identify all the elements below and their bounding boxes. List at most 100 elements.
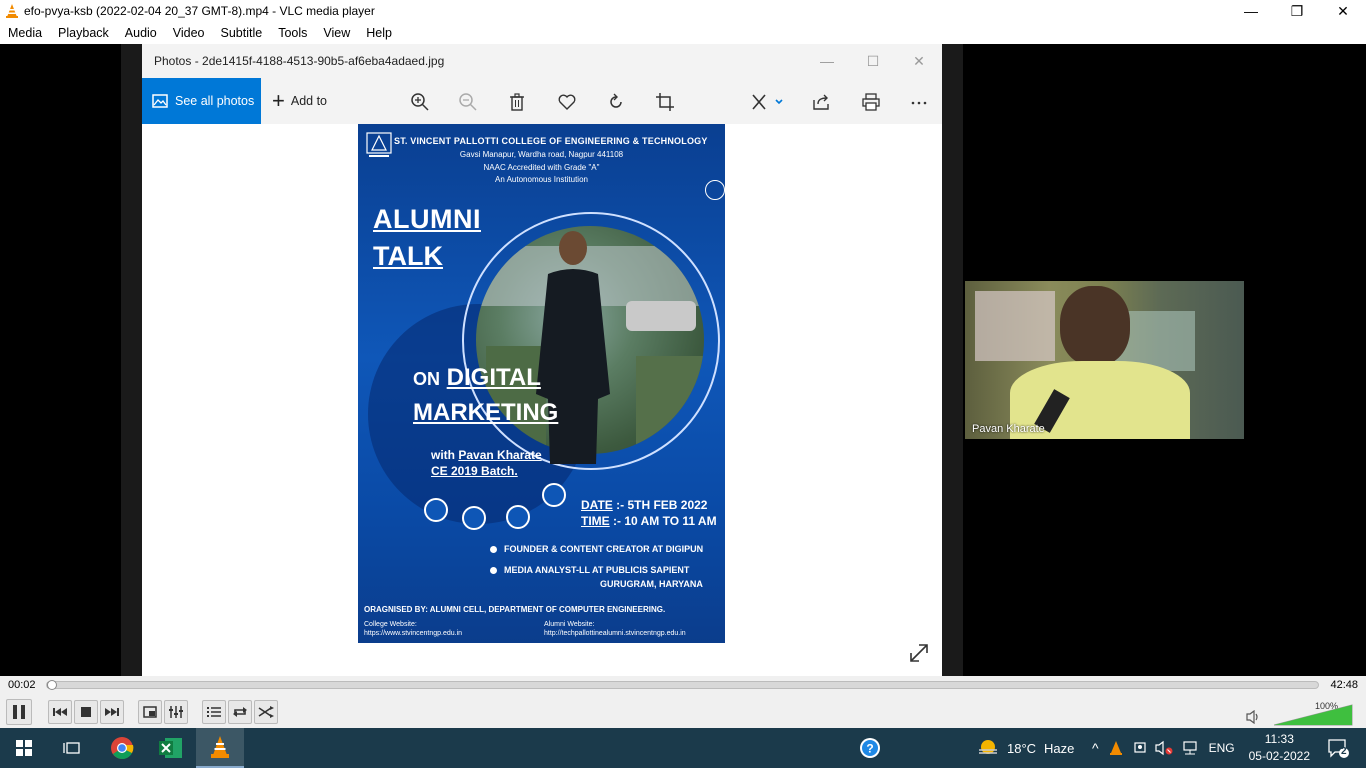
taskbar-vlc[interactable]: [196, 728, 244, 768]
next-icon: [105, 708, 119, 716]
show-hidden-icons-icon[interactable]: ^: [1092, 740, 1099, 756]
photos-app-window: Photos - 2de1415f-4188-4513-90b5-af6eba4…: [142, 44, 942, 676]
help-icon[interactable]: ?: [857, 728, 883, 768]
start-button[interactable]: [0, 728, 48, 768]
playlist-icon: [207, 707, 221, 717]
playlist-button[interactable]: [202, 700, 226, 724]
digital-word: DIGITAL: [446, 364, 541, 391]
add-to-label: Add to: [290, 94, 327, 108]
volume-slider[interactable]: [1274, 704, 1354, 726]
autonomous-text: An Autonomous Institution: [495, 175, 588, 184]
player-controls: 100%: [0, 696, 1366, 728]
menu-view[interactable]: View: [315, 26, 358, 40]
volume-muted-icon[interactable]: [1154, 740, 1173, 756]
delete-icon[interactable]: [506, 91, 528, 113]
excel-icon: [159, 738, 182, 758]
favorite-icon[interactable]: [556, 91, 578, 113]
menu-help[interactable]: Help: [358, 26, 400, 40]
edit-icon[interactable]: [750, 91, 786, 113]
task-view-icon: [63, 742, 80, 754]
restore-button[interactable]: ❐: [1274, 0, 1320, 22]
organised-by: ORAGNISED BY: ALUMNI CELL, DEPARTMENT OF…: [364, 605, 666, 614]
rotate-icon[interactable]: [605, 91, 627, 113]
photos-close-button[interactable]: ✕: [896, 44, 942, 78]
fullscreen-button[interactable]: [138, 700, 162, 724]
stop-button[interactable]: [74, 700, 98, 724]
naac-text: NAAC Accredited with Grade "A": [483, 163, 600, 172]
date-label: DATE: [581, 498, 613, 512]
fullscreen-expand-icon[interactable]: [908, 642, 930, 664]
print-icon[interactable]: [860, 91, 882, 113]
webcam-tray-icon[interactable]: [1133, 740, 1147, 756]
monitor-icon: [506, 505, 530, 529]
next-button[interactable]: [100, 700, 124, 724]
video-area[interactable]: Photos - 2de1415f-4188-4513-90b5-af6eba4…: [0, 44, 1366, 676]
haze-weather-icon: [979, 740, 997, 754]
see-all-photos-button[interactable]: See all photos: [142, 78, 261, 124]
notification-count: 2: [1341, 746, 1347, 757]
speaker-batch: CE 2019 Batch.: [431, 464, 518, 478]
speaker-name: Pavan Kharate: [458, 448, 542, 462]
vlc-tray-icon[interactable]: [1109, 740, 1123, 756]
role-2-location: GURUGRAM, HARYANA: [600, 579, 703, 589]
photos-minimize-button[interactable]: —: [804, 44, 850, 78]
loop-icon: [233, 707, 247, 717]
shuffle-button[interactable]: [254, 700, 278, 724]
title-bar: efo-pvya-ksb (2022-02-04 20_37 GMT-8).mp…: [0, 0, 1366, 22]
pause-icon: [13, 705, 25, 719]
menu-media[interactable]: Media: [0, 26, 50, 40]
poster-topic-line2: MARKETING: [413, 399, 559, 426]
menu-subtitle[interactable]: Subtitle: [213, 26, 271, 40]
chat-icon: [542, 483, 566, 507]
role-2: MEDIA ANALYST-LL AT PUBLICIS SAPIENT: [489, 565, 690, 575]
share-icon[interactable]: [810, 91, 832, 113]
taskbar-chrome[interactable]: [98, 728, 146, 768]
alumni-website-label: Alumni Website:: [544, 621, 595, 628]
window-title: efo-pvya-ksb (2022-02-04 20_37 GMT-8).mp…: [24, 4, 375, 18]
college-website-url: https://www.stvincentngp.edu.in: [364, 630, 463, 637]
task-view-button[interactable]: [48, 728, 96, 768]
extended-settings-button[interactable]: [164, 700, 188, 724]
fullscreen-icon: [143, 706, 157, 718]
menu-video[interactable]: Video: [165, 26, 213, 40]
participant-name: Pavan Kharate: [972, 423, 1045, 435]
clock[interactable]: 11:33 05-02-2022: [1249, 731, 1310, 765]
language-indicator[interactable]: ENG: [1209, 741, 1235, 755]
more-icon[interactable]: [908, 91, 930, 113]
menu-audio[interactable]: Audio: [117, 26, 165, 40]
weather-widget[interactable]: 18°C Haze: [977, 728, 1074, 768]
alumni-website: Alumni Website: http://techpallottinealu…: [544, 620, 686, 638]
event-datetime: DATE :- 5TH FEB 2022 TIME :- 10 AM TO 11…: [581, 497, 717, 529]
zoom-in-icon[interactable]: [409, 91, 431, 113]
clock-date: 05-02-2022: [1248, 749, 1310, 763]
close-button[interactable]: ✕: [1320, 0, 1366, 22]
seek-slider[interactable]: [46, 680, 1319, 690]
alumni-talk-poster: ST. VINCENT PALLOTTI COLLEGE OF ENGINEER…: [358, 124, 725, 643]
crop-icon[interactable]: [654, 91, 676, 113]
date-value: :- 5TH FEB 2022: [616, 498, 708, 512]
taskbar-excel[interactable]: [147, 728, 195, 768]
college-website-label: College Website:: [364, 621, 417, 628]
minimize-button[interactable]: —: [1228, 0, 1274, 22]
previous-button[interactable]: [48, 700, 72, 724]
vlc-taskbar-icon: [211, 736, 229, 758]
network-icon[interactable]: [1181, 740, 1199, 756]
menu-bar: Media Playback Audio Video Subtitle Tool…: [0, 22, 1366, 44]
menu-tools[interactable]: Tools: [270, 26, 315, 40]
menu-playback[interactable]: Playback: [50, 26, 117, 40]
pause-button[interactable]: [6, 699, 32, 725]
volume-control[interactable]: 100%: [1246, 701, 1356, 726]
role-1: FOUNDER & CONTENT CREATOR AT DIGIPUN: [489, 544, 704, 554]
photos-title-bar: Photos - 2de1415f-4188-4513-90b5-af6eba4…: [142, 44, 942, 78]
zoom-out-icon[interactable]: [457, 91, 479, 113]
loop-button[interactable]: [228, 700, 252, 724]
add-to-button[interactable]: + Add to: [272, 78, 327, 124]
seek-handle[interactable]: [47, 680, 57, 690]
college-website: College Website: https://www.stvincentng…: [364, 620, 462, 638]
windows-taskbar: ? 18°C Haze ^ ENG 11:33 05-02-2022 2: [0, 728, 1366, 768]
action-center-button[interactable]: 2: [1318, 728, 1358, 768]
current-time: 00:02: [8, 679, 36, 691]
vlc-cone-icon: [6, 4, 18, 18]
time-label: TIME: [581, 514, 610, 528]
photos-maximize-button[interactable]: ☐: [850, 44, 896, 78]
